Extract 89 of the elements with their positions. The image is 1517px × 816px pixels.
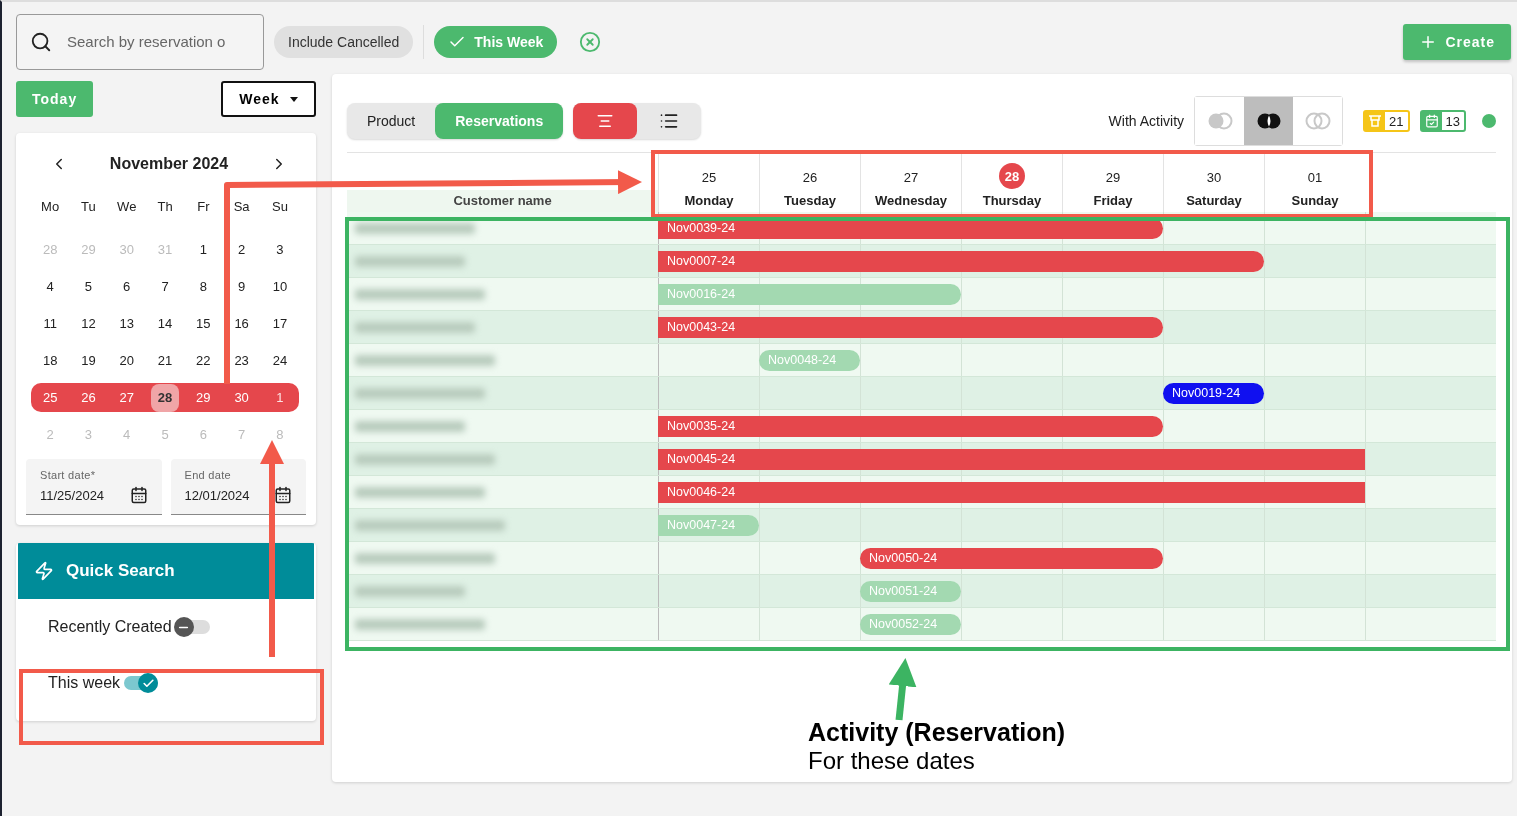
calendar-day[interactable]: 1 (189, 235, 218, 264)
calendar-day[interactable]: 22 (189, 346, 218, 375)
calendar-day[interactable]: 28 (151, 383, 180, 412)
reservation-bar[interactable]: Nov0019-24 (1163, 382, 1264, 404)
calendar-day[interactable]: 7 (151, 272, 180, 301)
calendar-day[interactable]: 24 (265, 346, 294, 375)
calendar-day[interactable]: 4 (36, 272, 65, 301)
calendar-day[interactable]: 19 (74, 346, 103, 375)
calendar-day[interactable]: 12 (74, 309, 103, 338)
date-field[interactable]: Start date* 11/25/2024 (26, 459, 162, 515)
calendar-day[interactable]: 15 (189, 309, 218, 338)
activity-filter-button[interactable] (1244, 97, 1294, 145)
calendar-day[interactable]: 14 (151, 309, 180, 338)
calendar-day[interactable]: 29 (74, 235, 103, 264)
reservation-bar[interactable]: Nov0045-24 (658, 448, 1365, 470)
calendar-check-icon (1424, 114, 1439, 128)
filter-label: With Activity (1108, 113, 1185, 129)
toggle-switch[interactable] (175, 620, 210, 634)
counter-badge: 13 (1419, 110, 1466, 132)
venn-left-icon (1206, 112, 1233, 130)
reservation-bar[interactable]: Nov0043-24 (658, 316, 1163, 338)
annotation-title: Activity (Reservation) (808, 718, 1066, 747)
toggle-label: This week (48, 674, 121, 692)
quick-search-header: Quick Search (18, 543, 314, 599)
weekday-label: Su (270, 199, 289, 216)
calendar-day[interactable]: 21 (151, 346, 180, 375)
reservation-bar[interactable]: Nov0046-24 (658, 481, 1365, 503)
timeline-icon (596, 112, 615, 130)
month-title: November 2024 (109, 155, 229, 173)
toggle-switch[interactable] (124, 676, 159, 690)
calendar-day[interactable]: 26 (74, 383, 103, 412)
calendar-day[interactable]: 2 (227, 235, 256, 264)
view-tab[interactable]: Reservations (435, 103, 564, 139)
calendar-day[interactable]: 6 (112, 272, 141, 301)
counter-badge: 21 (1363, 110, 1410, 132)
calendar-icon[interactable] (274, 486, 292, 504)
search-icon (30, 30, 52, 53)
filter-chip[interactable]: This Week (434, 25, 558, 58)
toggle-label: Recently Created (48, 618, 172, 636)
weekday-label: Th (156, 199, 174, 216)
calendar-day[interactable]: 1 (265, 383, 294, 412)
annotation-arrow (888, 658, 917, 721)
weekday-label: We (116, 199, 138, 216)
create-button[interactable]: Create (1403, 23, 1511, 60)
calendar-day[interactable]: 11 (36, 309, 65, 338)
calendar-day[interactable]: 6 (189, 420, 218, 449)
reservation-bar[interactable]: Nov0050-24 (860, 547, 1163, 569)
check-icon (141, 676, 155, 690)
calendar-day[interactable]: 28 (36, 235, 65, 264)
selected-week[interactable]: 25 26 27 28 29 30 1 (31, 383, 300, 412)
venn-union-icon (1304, 112, 1331, 130)
calendar-day[interactable]: 9 (227, 272, 256, 301)
calendar-day[interactable]: 20 (112, 346, 141, 375)
weekday-label: Fr (196, 199, 211, 216)
view-select[interactable]: Week (221, 81, 316, 117)
calendar-day[interactable]: 25 (36, 383, 65, 412)
reservation-bar[interactable]: Nov0035-24 (658, 415, 1163, 437)
search-field[interactable]: Search by reservation o (16, 13, 264, 70)
today-button[interactable]: Today (16, 81, 94, 117)
lightning-icon (34, 561, 54, 581)
weekday-label: Mo (40, 199, 61, 216)
layout-button[interactable] (573, 103, 638, 139)
calendar-day[interactable]: 17 (265, 309, 294, 338)
annotation-text: For these dates (808, 747, 976, 775)
weekday-label: Tu (80, 199, 97, 216)
calendar-day[interactable]: 29 (189, 383, 218, 412)
calendar-day[interactable]: 3 (74, 420, 103, 449)
calendar-day[interactable]: 8 (189, 272, 218, 301)
calendar-day[interactable]: 3 (265, 235, 294, 264)
date-field[interactable]: End date 12/01/2024 (170, 459, 306, 515)
calendar-day[interactable]: 23 (227, 346, 256, 375)
calendar-day[interactable]: 30 (112, 235, 141, 264)
calendar-icon[interactable] (129, 486, 148, 504)
cart-icon (1368, 114, 1383, 128)
calendar-day[interactable]: 27 (112, 383, 141, 412)
calendar-day[interactable]: 8 (265, 420, 294, 449)
calendar-day[interactable]: 10 (265, 272, 294, 301)
calendar-day[interactable]: 13 (112, 309, 141, 338)
venn-intersection-icon (1255, 112, 1282, 130)
weekday-label: Sa (232, 199, 251, 216)
view-tab[interactable]: Product (347, 103, 436, 139)
calendar-day[interactable]: 16 (227, 309, 256, 338)
calendar-day[interactable]: 18 (36, 346, 65, 375)
calendar-day[interactable]: 30 (227, 383, 256, 412)
reservation-bar[interactable]: Nov0007-24 (658, 250, 1264, 272)
filter-chip[interactable]: Include Cancelled (274, 25, 414, 58)
list-icon (659, 111, 680, 131)
column-header: Customer name (453, 193, 552, 208)
calendar-day[interactable]: 5 (74, 272, 103, 301)
